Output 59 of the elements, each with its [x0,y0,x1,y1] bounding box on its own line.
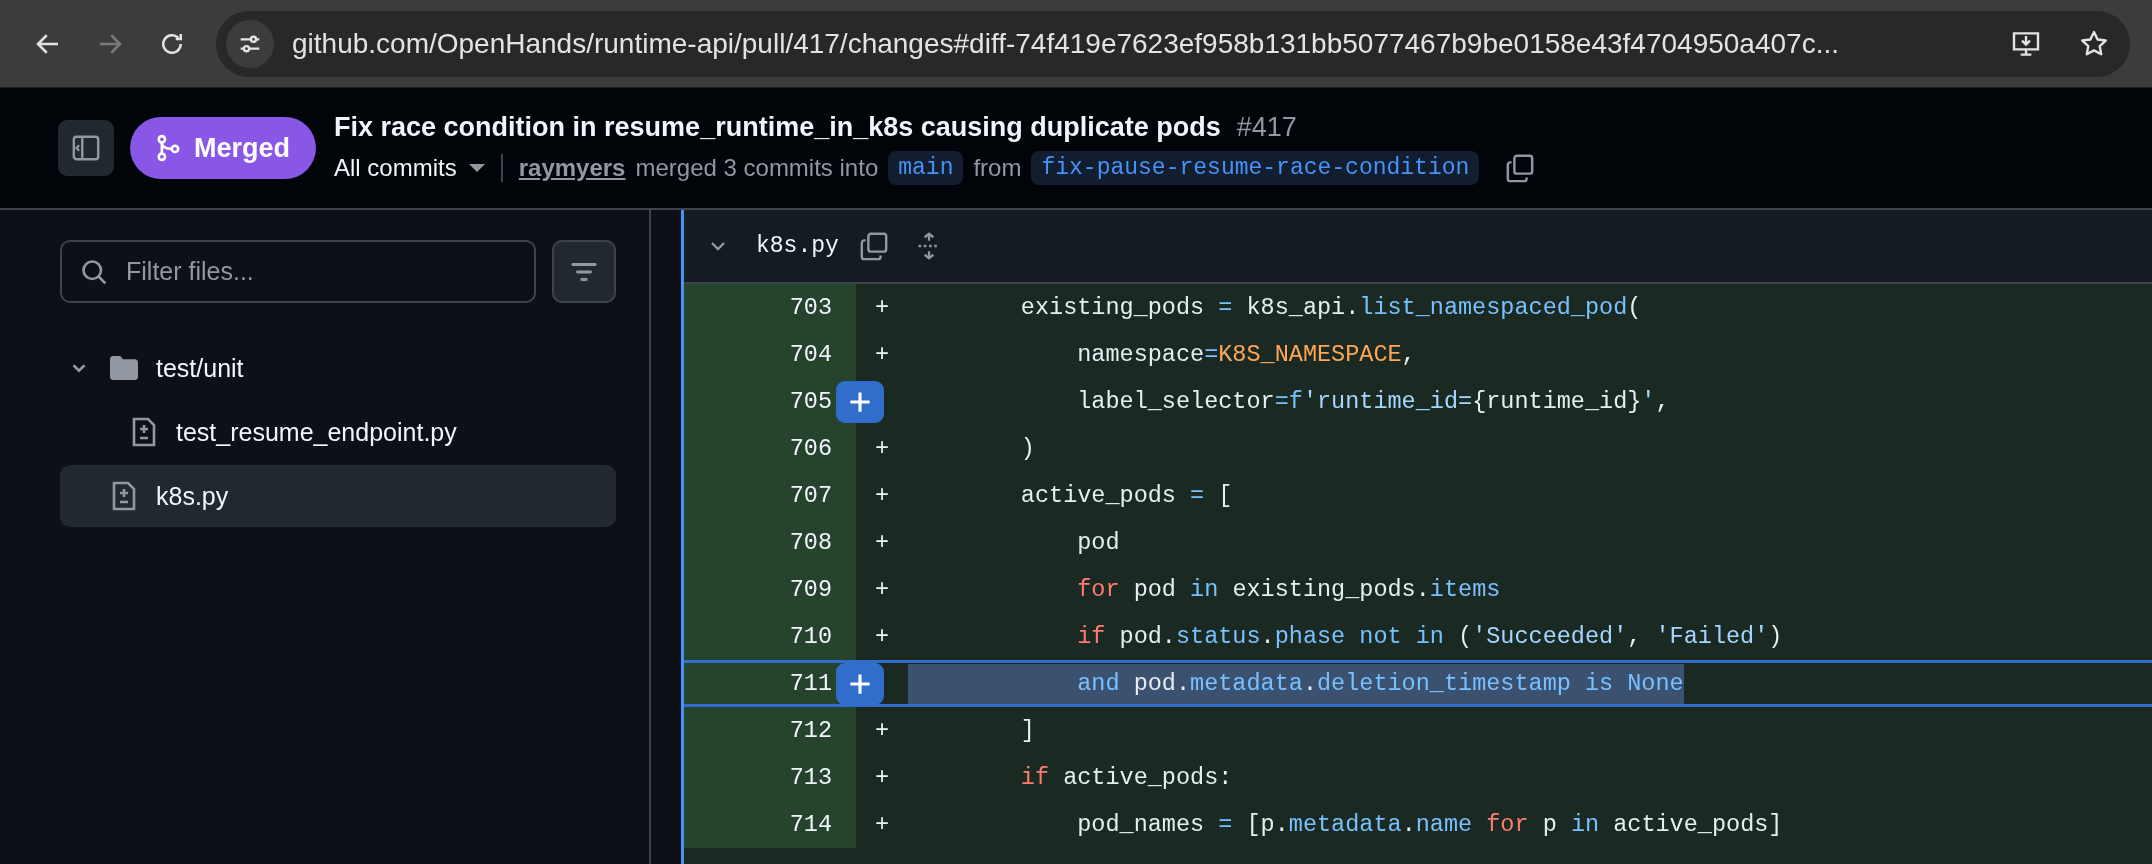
line-number: 703 [684,284,856,331]
code-line: if active_pods: [1019,762,1233,793]
code-line: pod [1076,527,1120,558]
line-number: 709 [684,566,856,613]
code-line: if pod.status.phase not in ('Succeeded', 'Failed') [1076,621,1783,652]
code-line: existing_pods = k8s_api.list_namespaced_pod( [1019,292,1642,323]
diff-marker: + [874,764,890,791]
code-line: namespace=K8S_NAMESPACE, [1076,339,1416,370]
copy-icon[interactable] [858,231,889,261]
folder-item[interactable]: test/unit [60,337,616,399]
line-number: 714 [684,801,856,848]
line-number: 708 [684,519,856,566]
filter-input[interactable]: Filter files... [124,256,516,287]
sidebar-icon [71,133,101,163]
code-line: pod_names = [p.metadata.name for p in active_pods] [1076,809,1783,840]
site-info-button[interactable] [226,19,274,68]
diff-marker: + [874,294,890,321]
diff-marker: + [874,811,890,838]
author-link[interactable]: raymyers [518,153,626,182]
diff-marker: + [874,529,890,556]
code-line: for pod in existing_pods.items [1076,574,1501,605]
code-line: active_pods = [ [1019,480,1233,511]
filter-button[interactable] [552,240,616,303]
diff-marker: + [874,482,890,509]
filter-field[interactable]: Filter files... [60,240,536,303]
add-comment-button[interactable] [836,662,884,705]
line-number: 710 [684,613,856,660]
state-badge: Merged [130,117,317,179]
code-line: ) [1019,433,1035,464]
branch-tag[interactable]: fix-pause-resume-race-condition [1031,150,1480,185]
merge-icon [154,134,182,162]
diff-marker: + [874,435,890,462]
copy-icon[interactable] [1505,152,1536,183]
pr-title: Fix race condition in resume_runtime_in_k8s causing duplicate pods [334,111,1221,143]
branch-tag[interactable]: main [888,150,964,185]
caret-icon [468,163,485,172]
line-number: 704 [684,331,856,378]
line-number: 712 [684,707,856,754]
file-item[interactable]: k8s.py [60,465,616,527]
line-number: 707 [684,472,856,519]
code-line: ] [1019,715,1035,746]
commits-dropdown[interactable]: All commits [334,153,485,182]
line-number: 713 [684,754,856,801]
diff-marker: + [874,623,890,650]
diff-marker: + [874,576,890,603]
file-item[interactable]: test_resume_endpoint.py [60,401,616,463]
pr-number: #417 [1236,111,1297,143]
url-text: github.com/OpenHands/runtime-api/pull/417/changes#diff-74f419e7623ef958b131bb5077467b9be0158e43f4704950a407c... [292,27,1840,60]
line-number: 706 [684,425,856,472]
address-bar[interactable]: github.com/OpenHands/runtime-api/pull/417/changes#diff-74f419e7623ef958b131bb5077467b9be0158e43f4704950a407c... [216,10,2130,77]
sidebar-toggle-button[interactable] [58,120,114,176]
file-name: k8s.py [756,233,839,259]
from-label: from [973,153,1022,182]
add-comment-button[interactable] [836,380,884,423]
diff-marker: + [874,717,890,744]
merge-summary: merged 3 commits into [635,153,879,182]
diff-marker: + [874,341,890,368]
search-icon [80,257,108,286]
code-line: label_selector=f'runtime_id={runtime_id}', [1076,386,1670,417]
